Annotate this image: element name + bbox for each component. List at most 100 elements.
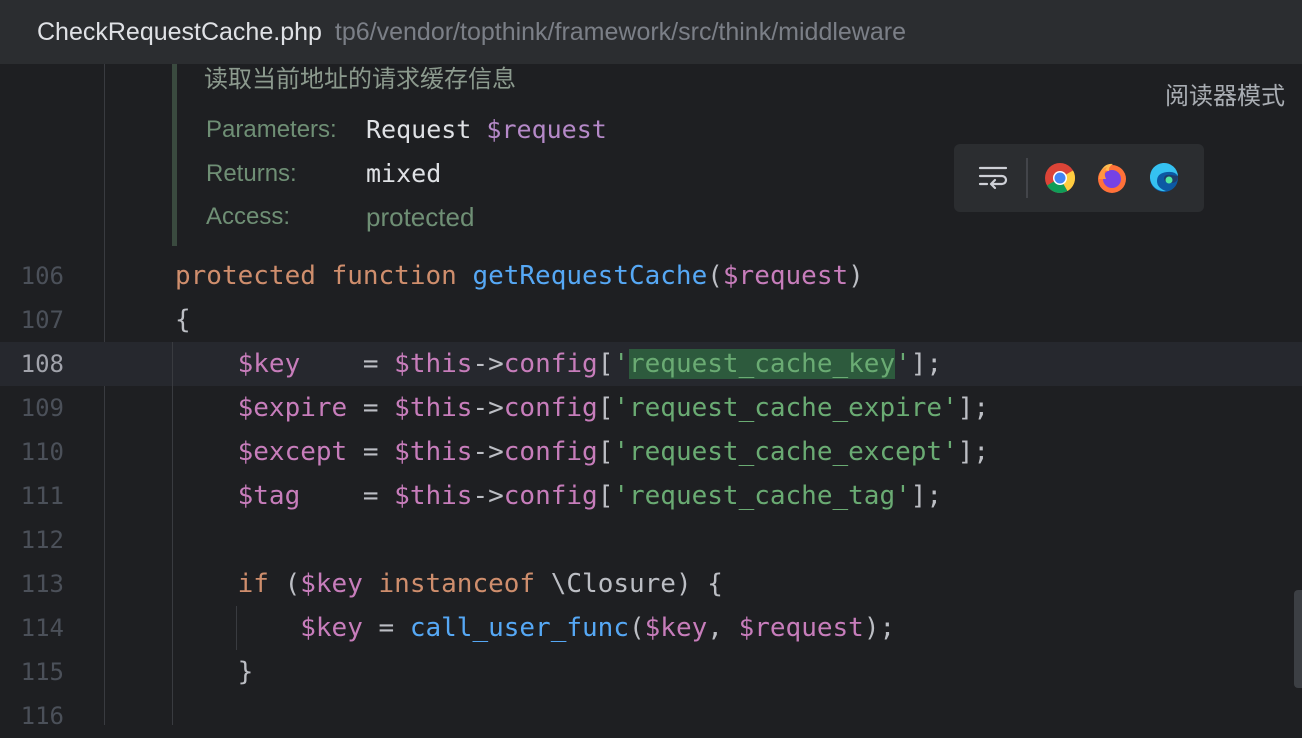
code-token: ->: [472, 481, 504, 511]
line-number[interactable]: 113: [0, 562, 64, 606]
code-token: $key: [300, 569, 363, 599]
code-token: =: [300, 349, 395, 379]
code-token: ,: [707, 613, 739, 643]
code-line[interactable]: 108 $key = $this->config['request_cache_…: [0, 342, 1302, 386]
code-token: $this: [394, 437, 473, 467]
code-line[interactable]: 114 $key = call_user_func($key, $request…: [0, 606, 1302, 650]
code-line[interactable]: 116: [0, 694, 1302, 738]
doc-returns-value: mixed: [366, 156, 441, 192]
code-token: function: [331, 261, 457, 291]
indent-guide: [172, 342, 173, 725]
line-number[interactable]: 108: [0, 342, 64, 386]
edge-icon[interactable]: [1147, 161, 1181, 195]
code-line[interactable]: 106 protected function getRequestCache($r…: [0, 254, 1302, 298]
code-token: =: [362, 613, 410, 643]
code-token: if: [237, 569, 269, 599]
line-number[interactable]: 107: [0, 298, 64, 342]
soft-wrap-icon[interactable]: [976, 161, 1010, 195]
code-line[interactable]: 115 }: [0, 650, 1302, 694]
line-number[interactable]: 110: [0, 430, 64, 474]
code-token: ->: [472, 349, 504, 379]
editor-tab-header: CheckRequestCache.php tp6/vendor/topthin…: [0, 0, 1302, 64]
doc-access-label: Access:: [206, 203, 291, 230]
code-token: (: [707, 261, 723, 291]
code-text[interactable]: $key = $this->config['request_cache_key'…: [175, 342, 942, 386]
code-line[interactable]: 107 {: [0, 298, 1302, 342]
doc-comment-bar: [172, 64, 177, 246]
code-token: $key: [300, 613, 363, 643]
firefox-icon[interactable]: [1095, 161, 1129, 195]
code-token: $key: [644, 613, 708, 643]
line-number[interactable]: 112: [0, 518, 64, 562]
reader-mode-toggle[interactable]: 阅读器模式: [1165, 76, 1285, 111]
chrome-icon[interactable]: [1043, 161, 1077, 195]
code-token: getRequestCache: [472, 261, 708, 291]
code-token: request_cache_key: [629, 349, 896, 379]
code-line[interactable]: 113 if ($key instanceof \Closure) {: [0, 562, 1302, 606]
code-token: call_user_func: [409, 613, 629, 643]
code-token: config: [503, 349, 598, 379]
doc-summary: 读取当前地址的请求缓存信息: [204, 65, 516, 93]
doc-returns-label: Returns:: [206, 160, 297, 187]
code-token: $tag: [237, 481, 301, 511]
code-token: [: [597, 437, 614, 467]
rendered-doc-comment[interactable]: 读取当前地址的请求缓存信息 Parameters: Request $reque…: [172, 64, 932, 246]
code-token: config: [503, 393, 598, 423]
code-token: =: [347, 437, 395, 467]
code-text[interactable]: $key = call_user_func($key, $request);: [175, 606, 895, 650]
code-token: ];: [910, 481, 943, 511]
code-token: [: [597, 349, 614, 379]
code-token: ];: [910, 349, 943, 379]
line-number[interactable]: 114: [0, 606, 64, 650]
line-number[interactable]: 111: [0, 474, 64, 518]
doc-parameter-type[interactable]: Request: [366, 115, 471, 144]
code-line[interactable]: 111 $tag = $this->config['request_cache_…: [0, 474, 1302, 518]
code-token: instanceof: [378, 569, 536, 599]
code-text[interactable]: $tag = $this->config['request_cache_tag'…: [175, 474, 942, 518]
code-token: (: [628, 613, 645, 643]
code-text[interactable]: $expire = $this->config['request_cache_e…: [175, 386, 989, 430]
code-token: ];: [957, 393, 990, 423]
vertical-scrollbar[interactable]: [1294, 590, 1302, 688]
code-text[interactable]: }: [175, 650, 254, 694]
code-text[interactable]: $except = $this->config['request_cache_e…: [175, 430, 989, 474]
line-number[interactable]: 106: [0, 254, 64, 298]
code-token: $request: [738, 613, 864, 643]
code-token: $key: [237, 349, 301, 379]
code-line[interactable]: 109 $expire = $this->config['request_cac…: [0, 386, 1302, 430]
code-text[interactable]: {: [175, 298, 191, 342]
doc-parameters-value: Request $request: [366, 112, 607, 148]
code-token: $request: [722, 261, 849, 291]
line-number[interactable]: 109: [0, 386, 64, 430]
code-line[interactable]: 112: [0, 518, 1302, 562]
floating-toolbar: [954, 144, 1204, 212]
code-text[interactable]: if ($key instanceof \Closure) {: [175, 562, 723, 606]
indent-guide-inner: [236, 606, 237, 650]
doc-access-value: protected: [366, 199, 474, 236]
code-token: $except: [237, 437, 348, 467]
code-token: ': [895, 349, 911, 379]
code-text[interactable]: protected function getRequestCache($requ…: [175, 254, 864, 298]
line-number[interactable]: 115: [0, 650, 64, 694]
line-number[interactable]: 116: [0, 694, 64, 738]
code-token: protected: [175, 261, 316, 291]
code-token: =: [300, 481, 395, 511]
code-token: $this: [394, 349, 473, 379]
code-token: $expire: [237, 393, 348, 423]
code-token: {: [175, 305, 191, 335]
code-token: (: [268, 569, 301, 599]
file-name[interactable]: CheckRequestCache.php: [37, 18, 322, 47]
doc-parameter-name: $request: [486, 115, 607, 144]
code-token: ): [848, 261, 864, 291]
code-token: ': [613, 349, 629, 379]
doc-return-type: mixed: [366, 159, 442, 188]
code-line[interactable]: 110 $except = $this->config['request_cac…: [0, 430, 1302, 474]
code-token: =: [347, 393, 395, 423]
